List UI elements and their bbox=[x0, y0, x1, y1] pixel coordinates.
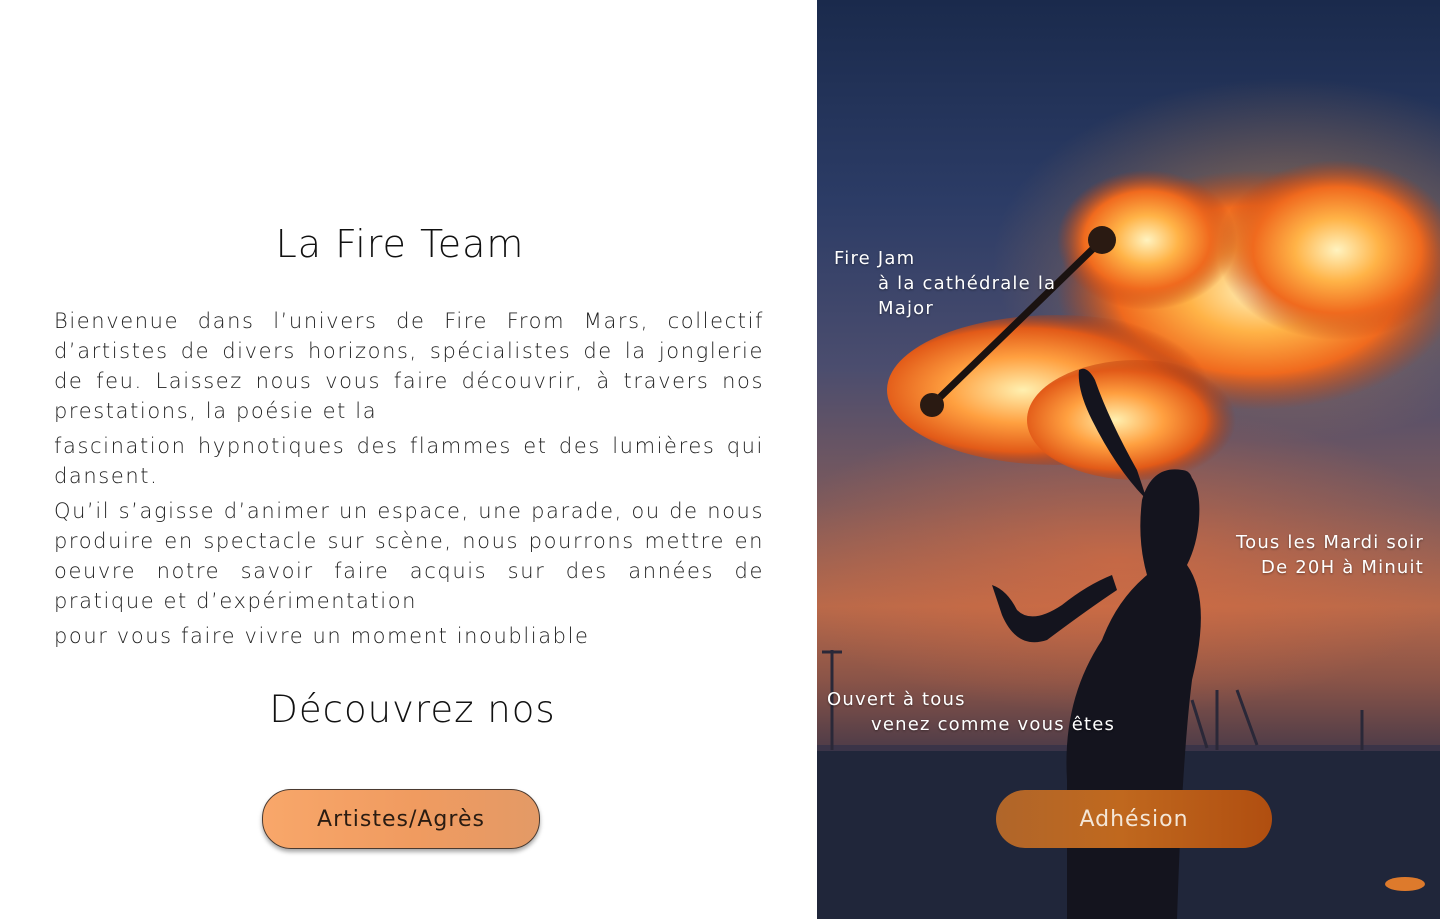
open-text: Ouvert à tous venez comme vous êtes bbox=[827, 687, 1115, 737]
open-title: Ouvert à tous bbox=[827, 689, 966, 710]
fire-jam-text: Fire Jam à la cathédrale la Major bbox=[834, 246, 1094, 321]
artists-button[interactable]: Artistes/Agrès bbox=[262, 789, 540, 849]
discover-heading: Découvrez nos bbox=[269, 688, 556, 731]
intro-section: La Fire Team Bienvenue dans l’univers de… bbox=[0, 0, 817, 919]
schedule-hours: De 20H à Minuit bbox=[1261, 557, 1424, 578]
intro-paragraph-3: Qu’il s’agisse d’animer un espace, une p… bbox=[54, 499, 764, 613]
intro-paragraph-4: pour vous faire vivre un moment inoublia… bbox=[54, 624, 590, 648]
schedule-text: Tous les Mardi soir De 20H à Minuit bbox=[1236, 530, 1424, 580]
fire-jam-title: Fire Jam bbox=[834, 248, 916, 269]
schedule-day: Tous les Mardi soir bbox=[1235, 532, 1424, 553]
open-subtitle: venez comme vous êtes bbox=[871, 714, 1116, 735]
fire-juggler-illustration bbox=[817, 160, 1440, 919]
intro-paragraph-2: fascination hypnotiques des flammes et d… bbox=[54, 434, 764, 488]
intro-paragraph-1: Bienvenue dans l’univers de Fire From Ma… bbox=[54, 309, 764, 423]
fire-jam-location: à la cathédrale la Major bbox=[878, 273, 1057, 319]
adhesion-button[interactable]: Adhésion bbox=[996, 790, 1272, 848]
page-title: La Fire Team bbox=[275, 222, 525, 266]
hero-image: Fire Jam à la cathédrale la Major Tous l… bbox=[817, 0, 1440, 919]
